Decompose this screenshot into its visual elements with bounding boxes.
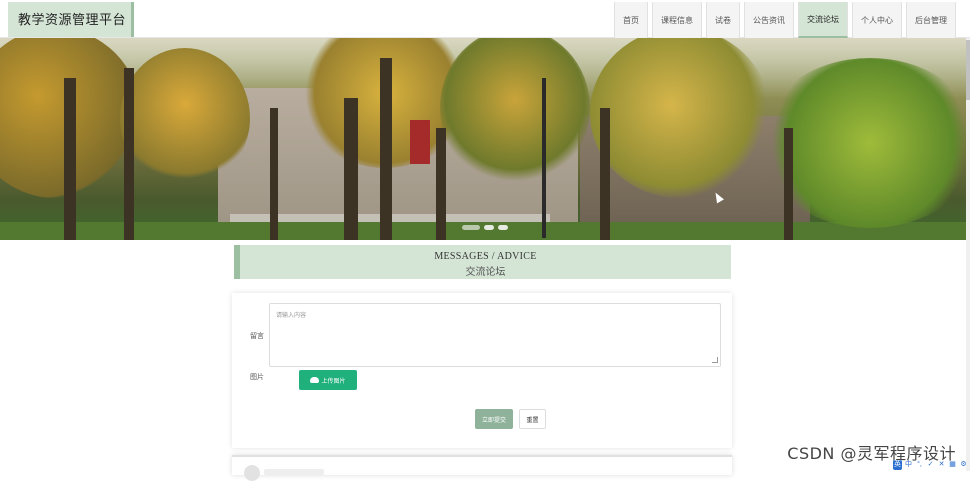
section-header: MESSAGES / ADVICE 交流论坛 — [234, 245, 731, 279]
image-label: 图片 — [250, 374, 264, 381]
nav-item-forum[interactable]: 交流论坛 — [798, 2, 848, 38]
campus-banner-carousel[interactable] — [0, 38, 966, 240]
nav-item-exams[interactable]: 试卷 — [706, 2, 740, 38]
banner-red-flag — [410, 120, 430, 164]
reset-button[interactable]: 重置 — [519, 409, 546, 429]
main-nav: 首页 课程信息 试卷 公告资讯 交流论坛 个人中心 后台管理 — [614, 2, 956, 38]
message-textarea[interactable]: 请输入内容 — [269, 303, 721, 367]
nav-item-home[interactable]: 首页 — [614, 2, 648, 38]
message-form: 留言 请输入内容 图片 上传图片 立即提交 重置 — [232, 293, 732, 448]
nav-item-admin[interactable]: 后台管理 — [906, 2, 956, 38]
submit-button[interactable]: 立即提交 — [475, 409, 513, 429]
banner-tree-trunk — [124, 68, 134, 240]
nav-item-profile[interactable]: 个人中心 — [852, 2, 902, 38]
ime-check-icon[interactable]: ✓ — [926, 460, 935, 470]
nav-item-announcements[interactable]: 公告资讯 — [744, 2, 794, 38]
carousel-indicators — [462, 225, 508, 230]
carousel-dot[interactable] — [484, 225, 494, 230]
top-navigation-bar: 教学资源管理平台 首页 课程信息 试卷 公告资讯 交流论坛 个人中心 后台管理 — [0, 0, 970, 38]
carousel-dot[interactable] — [462, 225, 480, 230]
banner-tree-trunk — [600, 108, 610, 240]
banner-street-lamp — [542, 78, 546, 238]
ime-toolbar: 英 中 °, ✓ ✕ ▦ ⚙ — [891, 460, 970, 471]
site-title[interactable]: 教学资源管理平台 — [8, 2, 134, 37]
message-label: 留言 — [250, 333, 264, 340]
ime-lang-icon[interactable]: 中 — [904, 460, 913, 470]
ime-grid-icon[interactable]: ▦ — [948, 460, 957, 470]
message-list-item — [232, 455, 732, 481]
banner-tree-trunk — [64, 78, 76, 240]
cloud-upload-icon — [310, 377, 320, 383]
ime-logo-icon[interactable]: 英 — [893, 460, 902, 470]
avatar — [244, 465, 260, 481]
banner-tree-foliage — [120, 48, 250, 188]
carousel-dot[interactable] — [498, 225, 508, 230]
upload-image-button[interactable]: 上传图片 — [299, 370, 357, 390]
section-title-cn: 交流论坛 — [465, 267, 506, 278]
banner-tree-trunk — [784, 128, 793, 240]
upload-button-label: 上传图片 — [321, 378, 346, 385]
ime-close-icon[interactable]: ✕ — [937, 460, 946, 470]
banner-tree-trunk — [344, 98, 358, 240]
scrollbar-thumb[interactable] — [966, 40, 970, 100]
page-scrollbar[interactable] — [966, 38, 970, 471]
ime-settings-icon[interactable]: ⚙ — [959, 460, 968, 470]
section-title-en: MESSAGES / ADVICE — [434, 251, 537, 262]
banner-tree-trunk — [270, 108, 278, 240]
banner-tree-trunk — [436, 128, 446, 240]
resize-grip-icon[interactable] — [712, 357, 718, 363]
message-author-placeholder — [264, 469, 324, 475]
ime-punct-icon[interactable]: °, — [915, 460, 924, 470]
banner-tree-trunk — [380, 58, 392, 240]
nav-item-courses[interactable]: 课程信息 — [652, 2, 702, 38]
